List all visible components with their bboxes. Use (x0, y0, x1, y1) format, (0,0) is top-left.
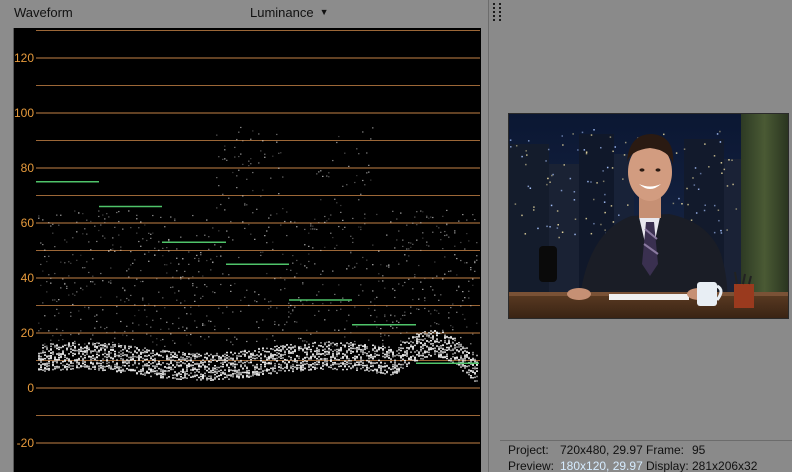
grip-dot (493, 19, 495, 21)
scope-mode-label: Luminance (250, 5, 314, 20)
preview-label: Preview: (508, 459, 555, 472)
luminance-trace (38, 126, 478, 382)
video-scopes-window: Waveform Luminance ▼ 120 100 80 60 40 20 0 -20 (0, 0, 792, 472)
waveform-display: 120 100 80 60 40 20 0 -20 (13, 28, 481, 472)
scope-title: Waveform (14, 5, 73, 20)
y-tick-label: 0 (27, 381, 34, 395)
preview-status-bar: Project: 720x480, 29.97 Frame: 95 Preview: 1… (500, 440, 792, 472)
frame-label: Frame: (646, 443, 685, 457)
display-label: Display: (646, 459, 689, 472)
waveform-graph: 120 100 80 60 40 20 0 -20 (14, 30, 480, 450)
grip-dot (493, 11, 495, 13)
grip-dot (499, 3, 501, 5)
video-frame-image (509, 114, 788, 318)
grip-dot (493, 3, 495, 5)
y-tick-label: 120 (14, 51, 34, 65)
grip-dot (493, 15, 495, 17)
preview-value: 180x120, 29.97 (560, 459, 643, 472)
y-tick-label: 40 (21, 271, 35, 285)
project-label: Project: (508, 443, 549, 457)
grip-dot (499, 7, 501, 9)
grip-dot (499, 19, 501, 21)
grip-dot (499, 15, 501, 17)
project-value: 720x480, 29.97 (560, 443, 643, 457)
status-row-project: Project: 720x480, 29.97 Frame: 95 (508, 443, 705, 459)
video-preview-frame[interactable] (508, 113, 789, 319)
display-value: 281x206x32 (692, 459, 758, 472)
y-tick-label: 60 (21, 216, 35, 230)
waveform-panel: Waveform Luminance ▼ 120 100 80 60 40 20 0 -20 (0, 0, 488, 472)
grip-dot (493, 7, 495, 9)
panel-splitter[interactable] (488, 0, 500, 472)
frame-value: 95 (692, 443, 706, 457)
y-tick-label: 100 (14, 106, 34, 120)
scope-mode-dropdown[interactable]: Luminance ▼ (250, 5, 329, 20)
y-tick-label: -20 (17, 436, 35, 450)
grip-dot (499, 11, 501, 13)
y-tick-label: 80 (21, 161, 35, 175)
y-tick-label: 20 (21, 326, 35, 340)
scope-header: Waveform Luminance ▼ (0, 0, 488, 24)
status-row-preview: Preview: 180x120, 29.97 Display: 281x206x32 (508, 459, 757, 472)
video-preview-panel: Project: 720x480, 29.97 Frame: 95 Preview: 1… (499, 0, 792, 472)
chevron-down-icon: ▼ (319, 7, 329, 17)
